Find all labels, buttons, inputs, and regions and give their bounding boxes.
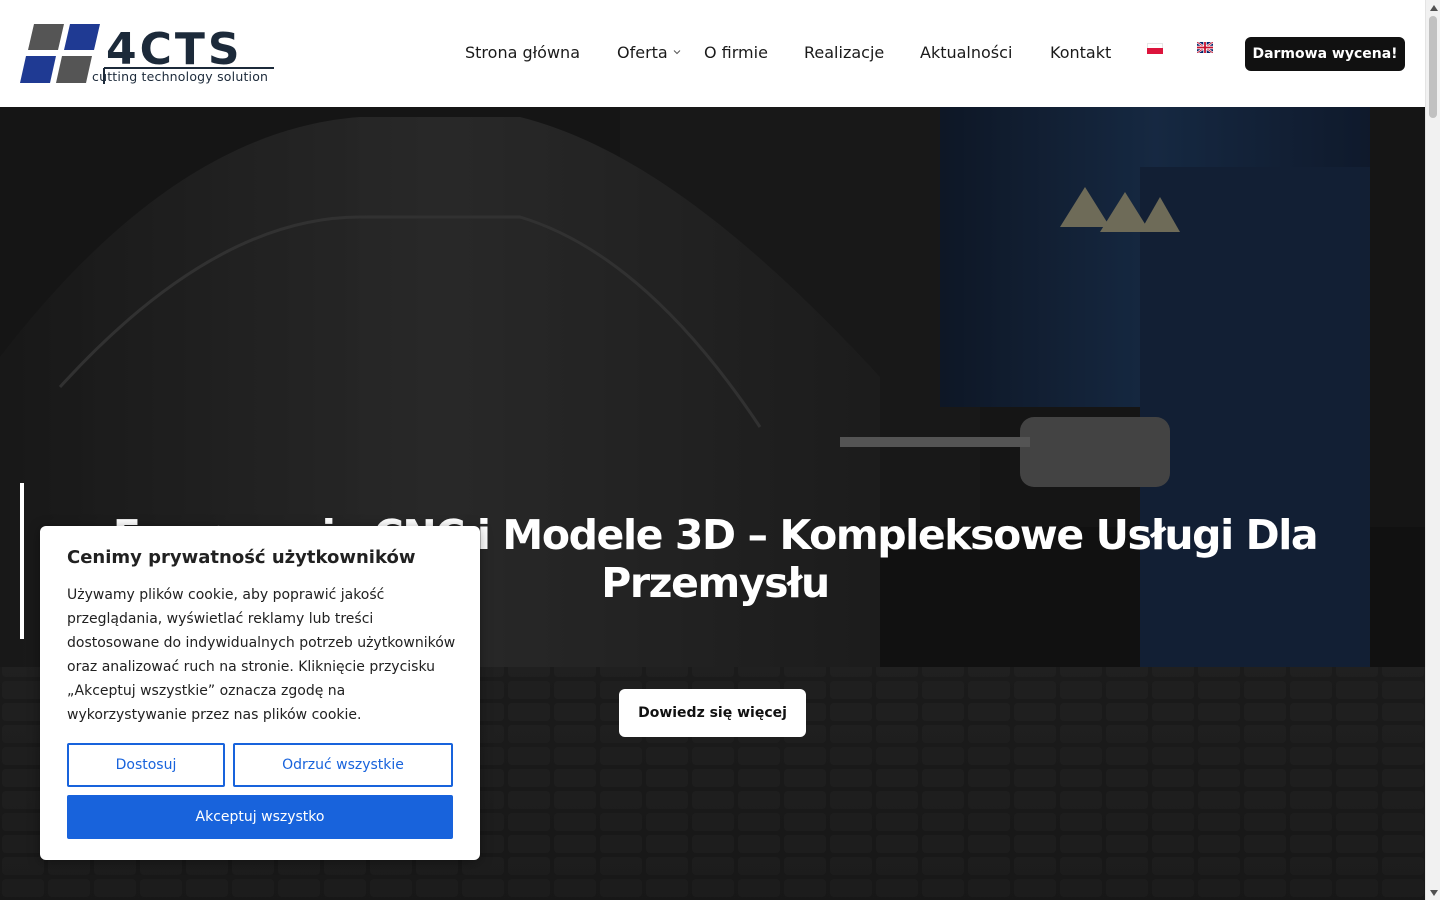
nav-item-news[interactable]: Aktualności: [920, 43, 1012, 62]
en-flag-icon[interactable]: [1197, 42, 1213, 53]
nav-item-projects[interactable]: Realizacje: [804, 43, 884, 62]
cookie-description: Używamy plików cookie, aby poprawić jako…: [67, 587, 456, 723]
learn-more-button[interactable]: Dowiedz się więcej: [619, 689, 806, 737]
cookie-accept-all-button[interactable]: Akceptuj wszystko: [67, 795, 453, 839]
page-scrollbar[interactable]: [1425, 0, 1440, 900]
scroll-up-arrow-icon[interactable]: [1426, 0, 1440, 15]
scroll-down-arrow-icon[interactable]: [1426, 885, 1440, 900]
scrollbar-thumb[interactable]: [1429, 16, 1437, 118]
nav-item-home[interactable]: Strona główna: [465, 43, 580, 62]
hero-accent-bar: [20, 483, 24, 639]
chevron-down-icon[interactable]: [673, 48, 681, 56]
cookie-consent-banner: Cenimy prywatność użytkowników Używamy p…: [40, 526, 480, 860]
free-quote-button[interactable]: Darmowa wycena!: [1245, 37, 1405, 71]
main-nav: Strona główna Oferta O firmie Realizacje…: [0, 0, 1425, 107]
nav-item-contact[interactable]: Kontakt: [1050, 43, 1111, 62]
site-header: 4CTS cutting technology solution Strona …: [0, 0, 1425, 107]
cookie-reject-all-button[interactable]: Odrzuć wszystkie: [233, 743, 453, 787]
nav-item-about[interactable]: O firmie: [704, 43, 768, 62]
cookie-title: Cenimy prywatność użytkowników: [67, 547, 416, 568]
pl-flag-icon[interactable]: [1147, 43, 1163, 54]
nav-item-offer[interactable]: Oferta: [617, 43, 668, 62]
cookie-customize-button[interactable]: Dostosuj: [67, 743, 225, 787]
